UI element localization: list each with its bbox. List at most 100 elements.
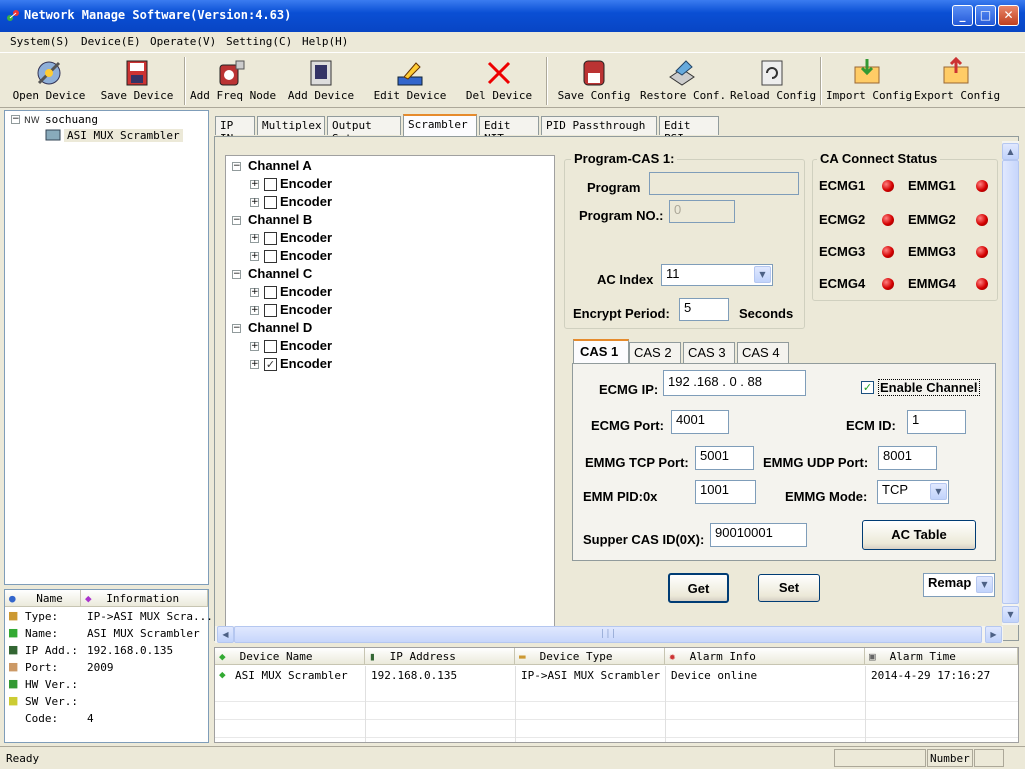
encoder-expand-toggle[interactable]: +	[250, 180, 259, 189]
channel-b-label[interactable]: Channel B	[248, 212, 312, 227]
menu-device[interactable]: Device(E)	[81, 35, 141, 48]
enable-channel-label[interactable]: Enable Channel	[878, 379, 980, 396]
program-input[interactable]	[649, 172, 799, 195]
cas-tab-4[interactable]: CAS 4	[737, 342, 789, 363]
encoder-checkbox[interactable]	[264, 250, 277, 263]
encoder-expand-toggle[interactable]: +	[250, 342, 259, 351]
encrypt-period-input[interactable]: 5	[679, 298, 729, 321]
tab-scrambler[interactable]: Scrambler	[403, 114, 477, 136]
menu-setting[interactable]: Setting(C)	[226, 35, 292, 48]
emmg-tcp-port-input[interactable]: 5001	[695, 446, 754, 470]
channel-collapse-toggle[interactable]: −	[232, 324, 241, 333]
encoder-checkbox[interactable]	[264, 196, 277, 209]
col-device-type[interactable]: ▬ Device Type	[515, 648, 665, 665]
menu-operate[interactable]: Operate(V)	[150, 35, 216, 48]
col-device-name[interactable]: ◆ Device Name	[215, 648, 365, 665]
scroll-left-icon[interactable]: ◀	[217, 626, 234, 643]
ecmg-port-input[interactable]: 4001	[671, 410, 729, 434]
tab-multiplex[interactable]: Multiplex	[257, 116, 325, 135]
vertical-scrollbar[interactable]: ▲ ▼	[1002, 141, 1019, 625]
close-button[interactable]: ✕	[998, 5, 1019, 26]
horizontal-scroll-thumb[interactable]: |||	[234, 626, 982, 643]
emmg-udp-port-input[interactable]: 8001	[878, 446, 937, 470]
encoder-checkbox[interactable]: ✓	[264, 358, 277, 371]
tab-pid-passthrough[interactable]: PID Passthrough	[541, 116, 657, 135]
ecm-id-input[interactable]: 1	[907, 410, 966, 434]
get-button[interactable]: Get	[668, 573, 729, 603]
encoder-checkbox[interactable]	[264, 286, 277, 299]
scroll-right-icon[interactable]: ▶	[985, 626, 1002, 643]
scroll-up-icon[interactable]: ▲	[1002, 143, 1019, 160]
encoder-expand-toggle[interactable]: +	[250, 198, 259, 207]
maximize-button[interactable]: □	[975, 5, 996, 26]
import-config-button[interactable]: Import Config	[826, 55, 912, 107]
info-icon: ●	[9, 592, 16, 605]
cas-tab-2[interactable]: CAS 2	[629, 342, 681, 363]
ac-table-button[interactable]: AC Table	[862, 520, 976, 550]
tree-collapse-toggle[interactable]: −	[11, 115, 20, 124]
export-config-button[interactable]: Export Config	[914, 55, 1000, 107]
set-button[interactable]: Set	[758, 574, 820, 602]
encoder-label[interactable]: Encoder	[280, 302, 332, 317]
cas-tab-1[interactable]: CAS 1	[573, 339, 629, 363]
encoder-label[interactable]: Encoder	[280, 230, 332, 245]
save-device-button[interactable]: Save Device	[98, 55, 176, 107]
encoder-checkbox[interactable]	[264, 304, 277, 317]
remap-select[interactable]: Remap ▼	[923, 573, 995, 597]
edit-device-button[interactable]: Edit Device	[370, 55, 450, 107]
encoder-label[interactable]: Encoder	[280, 176, 332, 191]
encoder-expand-toggle[interactable]: +	[250, 252, 259, 261]
channel-collapse-toggle[interactable]: −	[232, 216, 241, 225]
channel-d-label[interactable]: Channel D	[248, 320, 312, 335]
restore-conf-button[interactable]: Restore Conf.	[640, 55, 726, 107]
tab-edit-psi[interactable]: Edit PSI	[659, 116, 719, 145]
encoder-checkbox[interactable]	[264, 178, 277, 191]
tree-root[interactable]: sochuang	[45, 113, 98, 126]
encoder-checkbox[interactable]	[264, 232, 277, 245]
cas-tab-3[interactable]: CAS 3	[683, 342, 735, 363]
emm-pid-input[interactable]: 1001	[695, 480, 756, 504]
menu-system[interactable]: System(S)	[10, 35, 70, 48]
encoder-expand-toggle[interactable]: +	[250, 360, 259, 369]
enable-channel-checkbox[interactable]: ✓	[861, 381, 874, 394]
channel-c-label[interactable]: Channel C	[248, 266, 312, 281]
chevron-down-icon: ▼	[976, 576, 993, 593]
reload-config-button[interactable]: Reload Config	[730, 55, 816, 107]
col-alarm-time[interactable]: ▣ Alarm Time	[865, 648, 1018, 665]
encoder-checkbox[interactable]	[264, 340, 277, 353]
supper-cas-id-input[interactable]: 90010001	[710, 523, 807, 547]
encoder-label[interactable]: Encoder	[280, 284, 332, 299]
program-no-input[interactable]: 0	[669, 200, 735, 223]
del-device-button[interactable]: Del Device	[462, 55, 536, 107]
encoder-label[interactable]: Encoder	[280, 356, 332, 371]
tab-output-set[interactable]: Output Set	[327, 116, 401, 145]
col-alarm-info[interactable]: ✹ Alarm Info	[665, 648, 865, 665]
encoder-label[interactable]: Encoder	[280, 248, 332, 263]
emmg-mode-select[interactable]: TCP ▼	[877, 480, 949, 504]
encoder-expand-toggle[interactable]: +	[250, 288, 259, 297]
menu-help[interactable]: Help(H)	[302, 35, 348, 48]
encoder-label[interactable]: Encoder	[280, 338, 332, 353]
add-device-button[interactable]: Add Device	[284, 55, 358, 107]
add-freq-node-button[interactable]: Add Freq Node	[190, 55, 276, 107]
scroll-down-icon[interactable]: ▼	[1002, 606, 1019, 623]
tree-item-asi-mux[interactable]: ASI MUX Scrambler	[64, 129, 183, 142]
vertical-scroll-thumb[interactable]	[1002, 160, 1019, 604]
tab-edit-nit[interactable]: Edit NIT	[479, 116, 539, 145]
menu-bar: System(S) Device(E) Operate(V) Setting(C…	[0, 32, 1025, 52]
save-config-button[interactable]: Save Config	[554, 55, 634, 107]
encoder-expand-toggle[interactable]: +	[250, 306, 259, 315]
horizontal-scrollbar[interactable]: ◀ ||| ▶	[215, 626, 1003, 643]
minimize-button[interactable]: _	[952, 5, 973, 26]
encoder-label[interactable]: Encoder	[280, 194, 332, 209]
ecmg-ip-input[interactable]: 192 .168 . 0 . 88	[663, 370, 806, 396]
ac-index-select[interactable]: 11 ▼	[661, 264, 773, 286]
channel-collapse-toggle[interactable]: −	[232, 162, 241, 171]
channel-a-label[interactable]: Channel A	[248, 158, 312, 173]
encoder-expand-toggle[interactable]: +	[250, 234, 259, 243]
table-row[interactable]: ◆ ASI MUX Scrambler 192.168.0.135 IP->AS…	[215, 666, 1018, 684]
tab-ip-in[interactable]: IP IN	[215, 116, 255, 145]
open-device-button[interactable]: Open Device	[10, 55, 88, 107]
channel-collapse-toggle[interactable]: −	[232, 270, 241, 279]
col-ip-address[interactable]: ▮ IP Address	[365, 648, 515, 665]
